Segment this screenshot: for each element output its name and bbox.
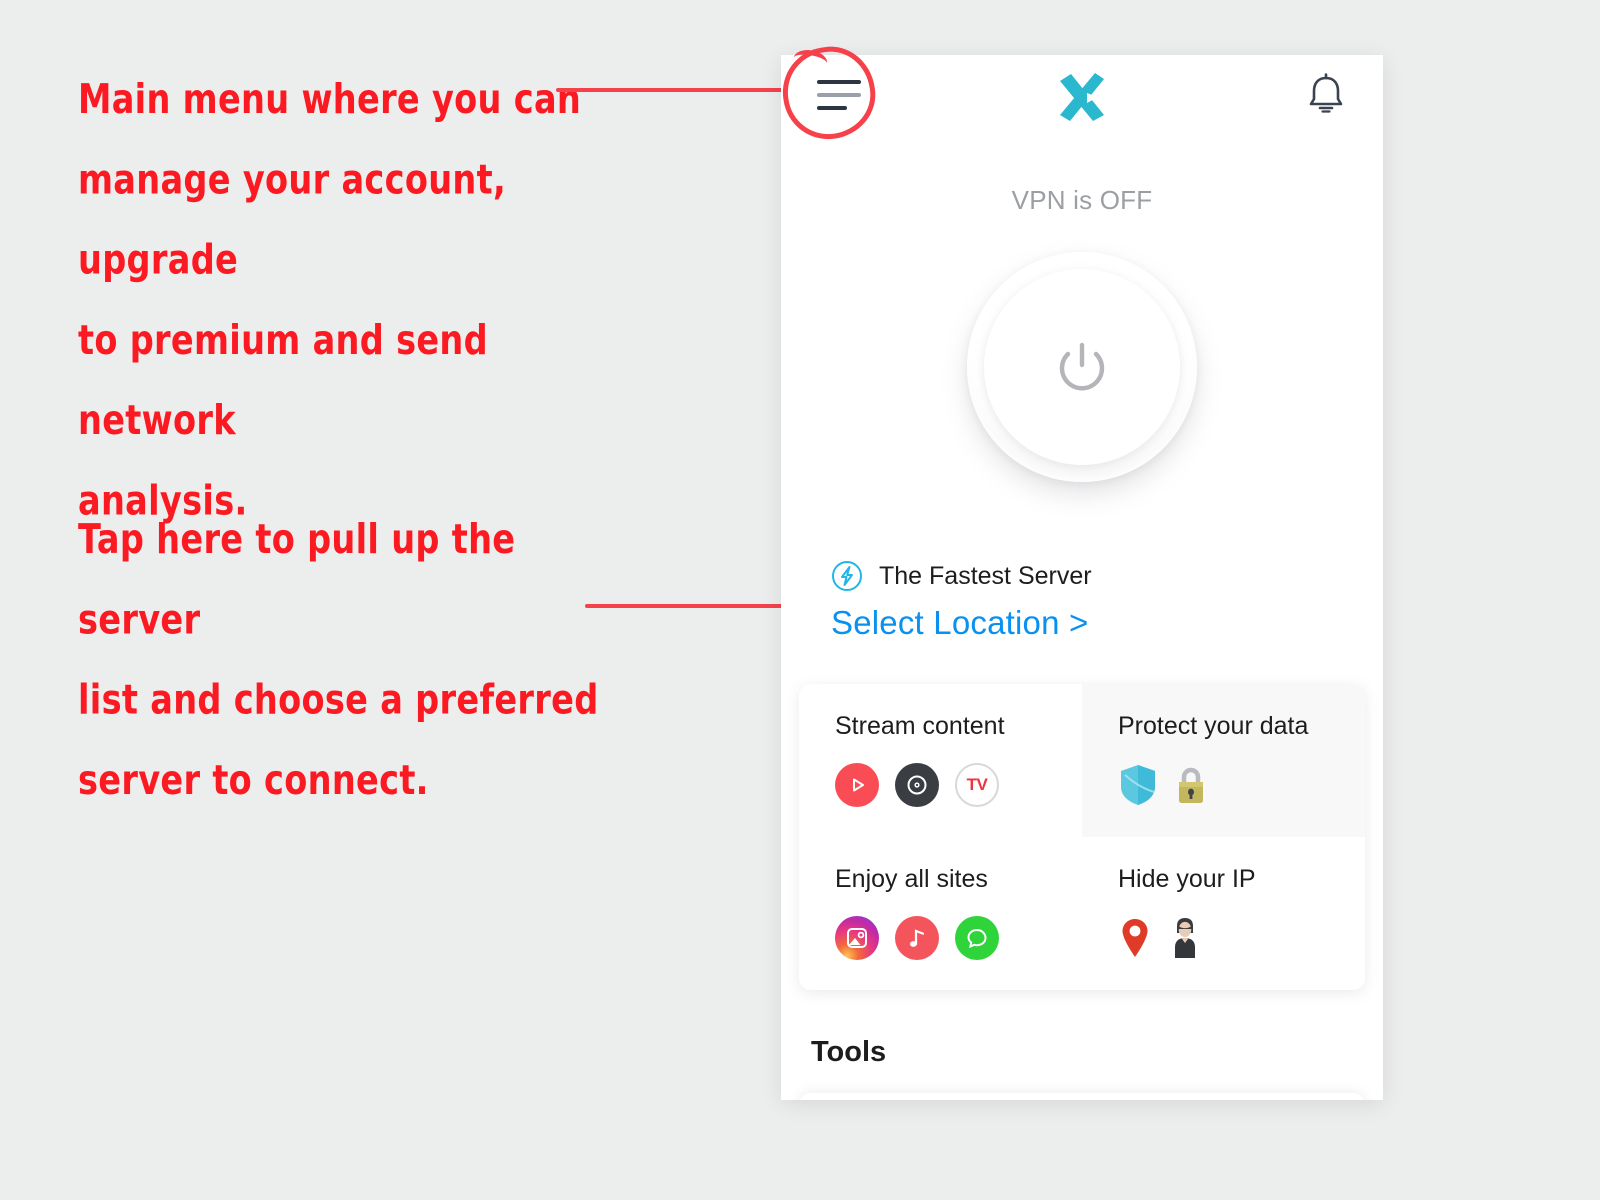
feature-card-icons xyxy=(1118,916,1365,960)
feature-grid: Stream content TV Protect your data Enjo… xyxy=(799,684,1365,990)
disc-media-icon xyxy=(895,763,939,807)
tv-icon: TV xyxy=(955,763,999,807)
location-pin-icon xyxy=(1118,916,1152,960)
feature-card-icons: TV xyxy=(835,763,1082,807)
fastest-server-label: The Fastest Server xyxy=(879,561,1092,590)
feature-card-title: Stream content xyxy=(835,712,1005,740)
app-screen: VPN is OFF The Fastest Server Select Loc… xyxy=(781,55,1383,1100)
whatsapp-icon xyxy=(955,916,999,960)
select-location-link[interactable]: Select Location > xyxy=(831,604,1089,642)
youtube-icon xyxy=(835,763,879,807)
person-incognito-icon xyxy=(1168,916,1202,960)
feature-card-title: Enjoy all sites xyxy=(835,865,988,893)
feature-card-hide-your-ip[interactable]: Hide your IP xyxy=(1082,837,1365,990)
power-button[interactable] xyxy=(967,252,1197,482)
power-button-face xyxy=(984,269,1180,465)
server-annotation-text: Tap here to pull up the server list and … xyxy=(78,516,599,805)
fastest-server-row: The Fastest Server xyxy=(831,560,1383,592)
server-selection[interactable]: The Fastest Server Select Location > xyxy=(781,560,1383,642)
server-annotation-leader-line xyxy=(585,604,807,608)
feature-card-icons xyxy=(835,916,1082,960)
vpn-status-text: VPN is OFF xyxy=(1011,185,1153,215)
tools-section-title: Tools xyxy=(811,1036,887,1068)
feature-card-stream-content[interactable]: Stream content TV xyxy=(799,684,1082,837)
feature-card-title: Hide your IP xyxy=(1118,865,1256,893)
shield-icon xyxy=(1118,763,1158,807)
music-note-icon xyxy=(895,916,939,960)
feature-card-icons xyxy=(1118,763,1365,807)
menu-annotation-text: Main menu where you can manage your acco… xyxy=(78,76,582,525)
feature-card-enjoy-all-sites[interactable]: Enjoy all sites xyxy=(799,837,1082,990)
instagram-icon xyxy=(835,916,879,960)
menu-annotation-leader-line xyxy=(556,88,788,92)
feature-card-protect-your-data[interactable]: Protect your data xyxy=(1082,684,1365,837)
lightning-bolt-icon xyxy=(831,560,863,592)
tools-card[interactable] xyxy=(799,1093,1365,1100)
bell-icon[interactable] xyxy=(1305,72,1347,118)
feature-card-title: Protect your data xyxy=(1118,712,1309,740)
power-icon xyxy=(1059,342,1105,391)
power-button-area xyxy=(781,252,1383,482)
lock-icon xyxy=(1174,763,1208,807)
